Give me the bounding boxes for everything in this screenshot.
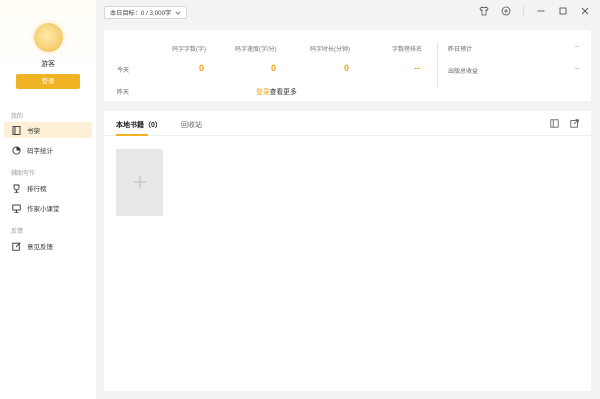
plus-icon — [133, 175, 147, 191]
stat-header-words: 码字字数(字) — [172, 47, 206, 53]
sidebar-item-label: 书架 — [27, 128, 40, 135]
login-button[interactable]: 登录 — [16, 74, 80, 89]
username: 游客 — [41, 61, 55, 68]
today-words-value: 0 — [199, 63, 205, 73]
window-controls — [479, 6, 590, 16]
close-icon[interactable] — [580, 6, 590, 16]
divider — [523, 6, 524, 16]
sidebar-item-label: 意见反馈 — [27, 244, 53, 251]
login-to-see-more: 登录查看更多 — [256, 86, 297, 96]
sidebar-item-label: 作家小课堂 — [27, 206, 60, 213]
sidebar-item-bookshelf[interactable]: 书架 — [4, 122, 92, 138]
sidebar: 游客 登录 我的 书架 码字统计 辅助写作 排行榜 作家小课堂 反馈 意见反馈 — [0, 0, 96, 399]
maximize-icon[interactable] — [558, 6, 568, 16]
import-icon[interactable] — [570, 119, 579, 128]
section-label-assist: 辅助写作 — [11, 171, 36, 177]
divider — [437, 42, 438, 88]
today-duration-value: 0 — [344, 63, 350, 73]
today-speed-value: 0 — [271, 63, 277, 73]
stat-header-duration: 码字时长(分钟) — [310, 47, 350, 53]
shirt-icon[interactable] — [479, 6, 489, 16]
daily-goal-dropdown[interactable]: 本日目标：0 / 3,000字 — [104, 6, 188, 19]
shelf-actions — [550, 119, 579, 128]
tab-active-indicator — [116, 134, 148, 136]
chevron-down-icon — [175, 10, 181, 16]
stat-header-rank: 字数榜排名 — [392, 47, 423, 53]
stats-panel: 码字字数(字) 码字速度(字/分) 码字时长(分钟) 字数榜排名 今天 0 0 … — [104, 30, 591, 101]
feedback-icon — [12, 241, 21, 251]
minimize-icon[interactable] — [536, 6, 546, 16]
stat-header-speed: 码字速度(字/分) — [235, 47, 277, 53]
yesterday-estimate-label: 昨日预计 — [448, 47, 473, 53]
book-icon — [12, 125, 21, 135]
sidebar-item-word-stats[interactable]: 码字统计 — [4, 142, 92, 158]
bookshelf-tabs: 本地书籍（0） 回收站 — [104, 111, 591, 136]
section-label-feedback: 反馈 — [11, 229, 24, 235]
yesterday-label: 昨天 — [117, 90, 130, 96]
daily-goal-label: 本日目标：0 / 3,000字 — [110, 10, 172, 17]
sidebar-item-label: 码字统计 — [27, 148, 53, 155]
classroom-icon — [12, 204, 21, 213]
chart-icon — [12, 145, 21, 155]
today-label: 今天 — [117, 68, 130, 74]
yesterday-estimate-value: -- — [575, 44, 579, 50]
section-label-mine: 我的 — [11, 114, 24, 120]
sidebar-item-ranking[interactable]: 排行榜 — [4, 180, 92, 196]
avatar[interactable] — [34, 23, 63, 52]
add-book-button[interactable] — [116, 149, 163, 216]
publish-income-label: 出版总收益 — [448, 69, 479, 75]
tab-recycle-bin[interactable]: 回收站 — [181, 120, 202, 130]
sidebar-item-feedback[interactable]: 意见反馈 — [4, 238, 92, 254]
trophy-icon — [12, 184, 21, 193]
add-circle-icon[interactable] — [501, 6, 511, 16]
tab-local-books[interactable]: 本地书籍（0） — [116, 120, 162, 130]
bookshelf-panel: 本地书籍（0） 回收站 — [104, 111, 591, 391]
sidebar-item-label: 排行榜 — [27, 186, 47, 193]
sidebar-item-classroom[interactable]: 作家小课堂 — [4, 200, 92, 216]
see-more-text: 查看更多 — [269, 89, 297, 96]
sort-icon[interactable] — [550, 119, 559, 128]
login-link[interactable]: 登录 — [256, 89, 270, 96]
today-rank-value: -- — [414, 63, 420, 73]
publish-income-value: -- — [575, 66, 579, 72]
